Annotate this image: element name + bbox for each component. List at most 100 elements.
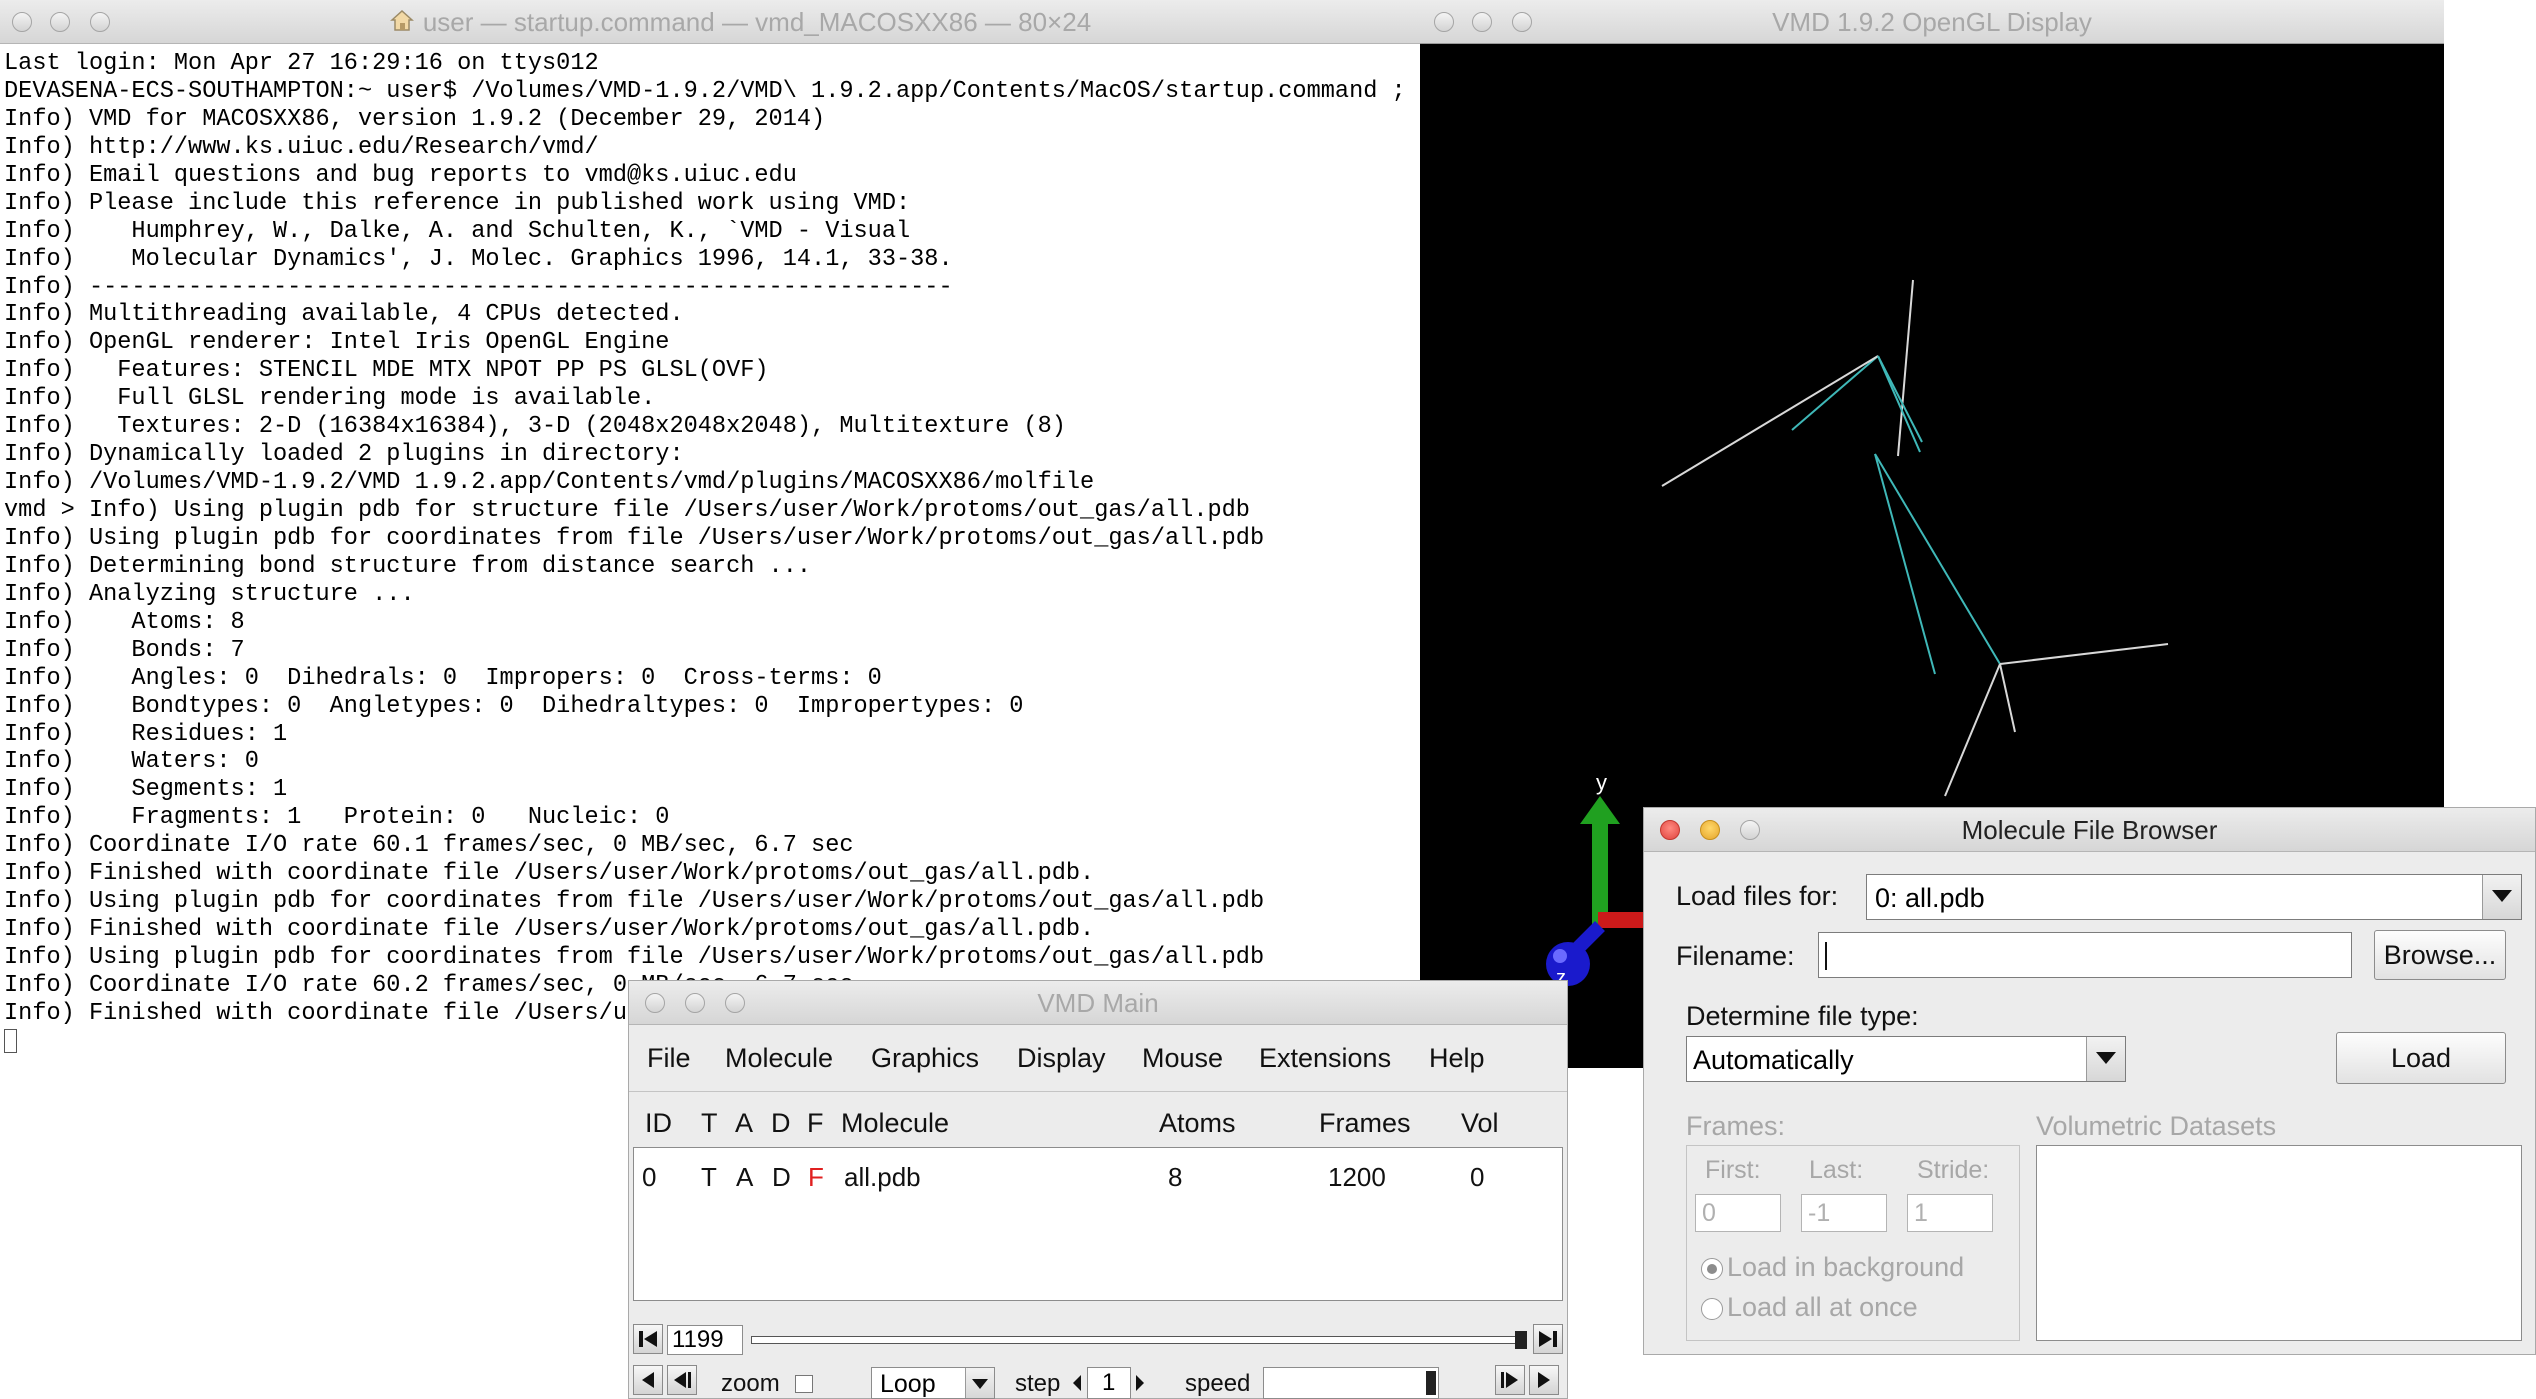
terminal-titlebar[interactable]: user — startup.command — vmd_MACOSXX86 —… xyxy=(0,0,1420,44)
terminal-line: Info) Features: STENCIL MDE MTX NPOT PP … xyxy=(4,357,769,385)
col-header-atoms[interactable]: Atoms xyxy=(1159,1108,1236,1139)
terminal-line: Info) http://www.ks.uiuc.edu/Research/vm… xyxy=(4,133,599,161)
menu-molecule[interactable]: Molecule xyxy=(725,1025,833,1091)
first-frame-input[interactable]: 0 xyxy=(1695,1194,1781,1232)
volumetric-list[interactable] xyxy=(2036,1145,2522,1341)
stride-input[interactable]: 1 xyxy=(1907,1194,1993,1232)
y-axis-shaft xyxy=(1592,816,1608,926)
load-for-value: 0: all.pdb xyxy=(1875,883,1985,913)
col-header-f[interactable]: F xyxy=(807,1108,824,1139)
bond xyxy=(1661,355,1879,487)
row-drawn-flag[interactable]: D xyxy=(772,1162,791,1193)
frame-number-input[interactable]: 1199 xyxy=(667,1325,743,1355)
load-for-select[interactable]: 0: all.pdb xyxy=(1866,874,2522,920)
step-forward-button[interactable] xyxy=(1495,1365,1525,1395)
bond xyxy=(1791,355,1879,431)
load-button[interactable]: Load xyxy=(2336,1032,2506,1084)
stride-label: Stride: xyxy=(1917,1156,1990,1184)
load-all-radio[interactable] xyxy=(1701,1298,1723,1320)
col-header-molecule[interactable]: Molecule xyxy=(841,1108,949,1139)
first-label: First: xyxy=(1705,1156,1761,1184)
vmdmain-menubar: File Molecule Graphics Display Mouse Ext… xyxy=(629,1025,1567,1092)
menu-mouse[interactable]: Mouse xyxy=(1142,1025,1223,1091)
terminal-line: Info) Determining bond structure from di… xyxy=(4,552,812,580)
bond xyxy=(1999,643,2169,665)
browse-button[interactable]: Browse... xyxy=(2374,930,2506,980)
menu-help[interactable]: Help xyxy=(1429,1025,1485,1091)
col-header-vol[interactable]: Vol xyxy=(1461,1108,1499,1139)
terminal-line: Info) OpenGL renderer: Intel Iris OpenGL… xyxy=(4,329,670,357)
terminal-line: Info) Residues: 1 xyxy=(4,720,288,748)
vmdmain-titlebar[interactable]: VMD Main xyxy=(629,981,1567,1025)
table-row[interactable]: 0 T A D F all.pdb 8 1200 0 xyxy=(634,1148,1562,1192)
y-axis-label: y xyxy=(1596,770,1607,795)
terminal-line: Info) Textures: 2-D (16384x16384), 3-D (… xyxy=(4,413,1066,441)
vmd-main-window[interactable]: VMD Main File Molecule Graphics Display … xyxy=(628,980,1568,1399)
step-back-button[interactable] xyxy=(667,1365,697,1395)
load-background-label: Load in background xyxy=(1727,1252,1965,1282)
terminal-line: Info) Humphrey, W., Dalke, A. and Schult… xyxy=(4,217,911,245)
chevron-down-icon[interactable] xyxy=(2086,1037,2125,1081)
step-decrement-button[interactable] xyxy=(1071,1367,1085,1399)
bond xyxy=(1999,663,2016,733)
skip-end-icon xyxy=(1539,1331,1557,1347)
display-title: VMD 1.9.2 OpenGL Display xyxy=(1772,7,2092,37)
terminal-line: Last login: Mon Apr 27 16:29:16 on ttys0… xyxy=(4,50,599,77)
chevron-down-icon[interactable] xyxy=(2482,875,2521,919)
terminal-cursor xyxy=(4,1028,17,1053)
col-header-frames[interactable]: Frames xyxy=(1319,1108,1411,1139)
step-input[interactable]: 1 xyxy=(1087,1367,1131,1399)
terminal-output[interactable]: Last login: Mon Apr 27 16:29:16 on ttys0… xyxy=(4,50,1434,1056)
terminal-line: Info) Coordinate I/O rate 60.1 frames/se… xyxy=(4,832,854,860)
speed-label: speed xyxy=(1185,1370,1251,1397)
menu-display[interactable]: Display xyxy=(1017,1025,1106,1091)
terminal-line: Info) Analyzing structure ... xyxy=(4,580,415,608)
zoom-checkbox[interactable] xyxy=(795,1375,813,1393)
row-fixed-flag[interactable]: F xyxy=(808,1162,824,1193)
menu-graphics[interactable]: Graphics xyxy=(871,1025,979,1091)
terminal-line: Info) Waters: 0 xyxy=(4,748,259,776)
frame-slider[interactable] xyxy=(751,1331,1527,1349)
molecule-file-browser-window[interactable]: Molecule File Browser Load files for: 0:… xyxy=(1643,807,2536,1355)
filetype-select[interactable]: Automatically xyxy=(1686,1036,2126,1082)
last-frame-input[interactable]: -1 xyxy=(1801,1194,1887,1232)
molecule-list[interactable]: 0 T A D F all.pdb 8 1200 0 xyxy=(633,1147,1563,1301)
speed-slider[interactable] xyxy=(1263,1367,1439,1399)
speed-slider-thumb[interactable] xyxy=(1426,1371,1436,1395)
filebrowser-titlebar[interactable]: Molecule File Browser xyxy=(1644,808,2535,852)
terminal-line: vmd > Info) Using plugin pdb for structu… xyxy=(4,497,1250,524)
load-all-label: Load all at once xyxy=(1727,1292,1918,1322)
frame-slider-thumb[interactable] xyxy=(1515,1331,1527,1349)
step-forward-icon xyxy=(1501,1372,1518,1388)
zoom-label: zoom xyxy=(721,1370,780,1397)
play-forward-button[interactable] xyxy=(1529,1365,1559,1395)
col-header-t[interactable]: T xyxy=(701,1108,718,1139)
menu-file[interactable]: File xyxy=(647,1025,691,1091)
terminal-line: Info) Segments: 1 xyxy=(4,776,288,804)
row-active-flag[interactable]: A xyxy=(736,1162,753,1193)
col-header-id[interactable]: ID xyxy=(645,1108,672,1139)
play-reverse-button[interactable] xyxy=(633,1365,663,1395)
terminal-line: Info) Bonds: 7 xyxy=(4,636,245,664)
terminal-line: Info) Atoms: 8 xyxy=(4,608,245,636)
chevron-down-icon[interactable] xyxy=(965,1368,994,1398)
menu-extensions[interactable]: Extensions xyxy=(1259,1025,1391,1091)
row-top-flag[interactable]: T xyxy=(701,1162,717,1193)
row-id[interactable]: 0 xyxy=(642,1162,656,1193)
filetype-label: Determine file type: xyxy=(1686,1001,1919,1031)
loop-mode-select[interactable]: Loop xyxy=(871,1367,995,1399)
row-molecule-name[interactable]: all.pdb xyxy=(844,1162,921,1193)
display-titlebar[interactable]: VMD 1.9.2 OpenGL Display xyxy=(1420,0,2444,44)
filename-label: Filename: xyxy=(1676,941,1795,971)
jump-to-start-button[interactable] xyxy=(633,1324,663,1354)
col-header-d[interactable]: D xyxy=(771,1108,791,1139)
row-atoms: 8 xyxy=(1168,1162,1183,1192)
filename-input[interactable] xyxy=(1818,932,2352,978)
step-increment-button[interactable] xyxy=(1133,1367,1147,1399)
terminal-line: Info) Dynamically loaded 2 plugins in di… xyxy=(4,441,684,469)
jump-to-end-button[interactable] xyxy=(1533,1324,1563,1354)
filetype-value: Automatically xyxy=(1693,1045,1854,1075)
load-background-radio[interactable] xyxy=(1701,1258,1723,1280)
col-header-a[interactable]: A xyxy=(735,1108,753,1139)
load-for-label: Load files for: xyxy=(1676,881,1839,911)
